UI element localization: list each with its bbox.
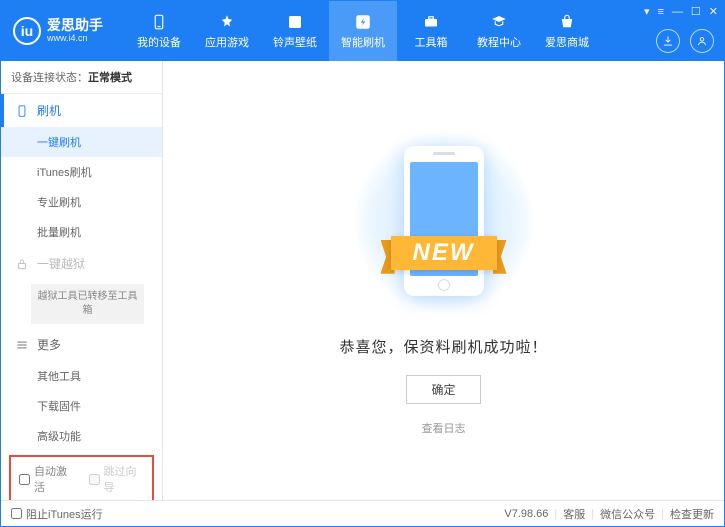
- apps-icon: [217, 13, 237, 31]
- window-controls: ▾ ≡ — ☐ ✕: [644, 5, 718, 18]
- toolbox-icon: [421, 13, 441, 31]
- nav-ringtones[interactable]: 铃声壁纸: [261, 1, 329, 61]
- sidebar-item-other-tools[interactable]: 其他工具: [1, 361, 162, 391]
- app-name: 爱思助手: [47, 18, 103, 33]
- more-icon: [15, 338, 29, 352]
- options-box: 自动激活 跳过向导: [9, 455, 154, 500]
- close-icon[interactable]: ✕: [709, 5, 718, 18]
- sidebar-item-advanced[interactable]: 高级功能: [1, 421, 162, 451]
- new-ribbon: NEW: [391, 236, 497, 270]
- sidebar-item-batch-flash[interactable]: 批量刷机: [1, 217, 162, 247]
- auto-activate-checkbox[interactable]: 自动激活: [19, 463, 75, 495]
- device-icon: [149, 13, 169, 31]
- nav-store[interactable]: 爱思商城: [533, 1, 601, 61]
- nav-apps-games[interactable]: 应用游戏: [193, 1, 261, 61]
- footer: 阻止iTunes运行 V7.98.66 | 客服 | 微信公众号 | 检查更新: [1, 500, 724, 526]
- user-button[interactable]: [690, 29, 714, 53]
- skip-guide-checkbox[interactable]: 跳过向导: [89, 463, 145, 495]
- sidebar-item-one-click-flash[interactable]: 一键刷机: [1, 127, 162, 157]
- menu-icon[interactable]: ▾: [644, 5, 650, 18]
- minimize-icon[interactable]: —: [672, 6, 683, 18]
- main-content: NEW 恭喜您，保资料刷机成功啦！ 确定 查看日志: [163, 61, 724, 500]
- wallpaper-icon: [285, 13, 305, 31]
- sidebar-group-flash[interactable]: 刷机: [1, 94, 162, 127]
- logo-icon: iu: [13, 17, 41, 45]
- top-nav: 我的设备 应用游戏 铃声壁纸 智能刷机 工具箱 教程中心: [125, 1, 601, 61]
- flash-icon: [353, 13, 373, 31]
- check-update-link[interactable]: 检查更新: [670, 506, 714, 522]
- app-header: iu 爱思助手 www.i4.cn 我的设备 应用游戏 铃声壁纸 智能刷机: [1, 1, 724, 61]
- version-label: V7.98.66: [504, 508, 548, 520]
- block-itunes-checkbox[interactable]: 阻止iTunes运行: [11, 506, 103, 522]
- phone-icon: [15, 104, 29, 118]
- success-illustration: NEW: [349, 126, 539, 316]
- nav-tutorials[interactable]: 教程中心: [465, 1, 533, 61]
- sidebar-group-more[interactable]: 更多: [1, 328, 162, 361]
- sidebar: 设备连接状态：正常模式 刷机 一键刷机 iTunes刷机 专业刷机 批量刷机 一…: [1, 61, 163, 500]
- maximize-icon[interactable]: ☐: [691, 5, 701, 18]
- app-url: www.i4.cn: [47, 34, 103, 44]
- sidebar-group-jailbreak: 一键越狱: [1, 247, 162, 280]
- sidebar-item-itunes-flash[interactable]: iTunes刷机: [1, 157, 162, 187]
- lock-icon: [15, 257, 29, 271]
- store-icon: [557, 13, 577, 31]
- nav-smart-flash[interactable]: 智能刷机: [329, 1, 397, 61]
- view-log-link[interactable]: 查看日志: [422, 420, 466, 436]
- connection-status: 设备连接状态：正常模式: [1, 61, 162, 94]
- sidebar-item-download-firmware[interactable]: 下载固件: [1, 391, 162, 421]
- logo: iu 爱思助手 www.i4.cn: [13, 17, 103, 45]
- sidebar-item-pro-flash[interactable]: 专业刷机: [1, 187, 162, 217]
- nav-toolbox[interactable]: 工具箱: [397, 1, 465, 61]
- customer-service-link[interactable]: 客服: [563, 506, 585, 522]
- download-button[interactable]: [656, 29, 680, 53]
- phone-illustration: [404, 146, 484, 296]
- ok-button[interactable]: 确定: [406, 375, 480, 404]
- nav-my-device[interactable]: 我的设备: [125, 1, 193, 61]
- tutorial-icon: [489, 13, 509, 31]
- success-message: 恭喜您，保资料刷机成功啦！: [339, 336, 547, 357]
- list-icon[interactable]: ≡: [657, 6, 663, 18]
- jailbreak-notice: 越狱工具已转移至工具箱: [31, 284, 144, 324]
- wechat-link[interactable]: 微信公众号: [600, 506, 655, 522]
